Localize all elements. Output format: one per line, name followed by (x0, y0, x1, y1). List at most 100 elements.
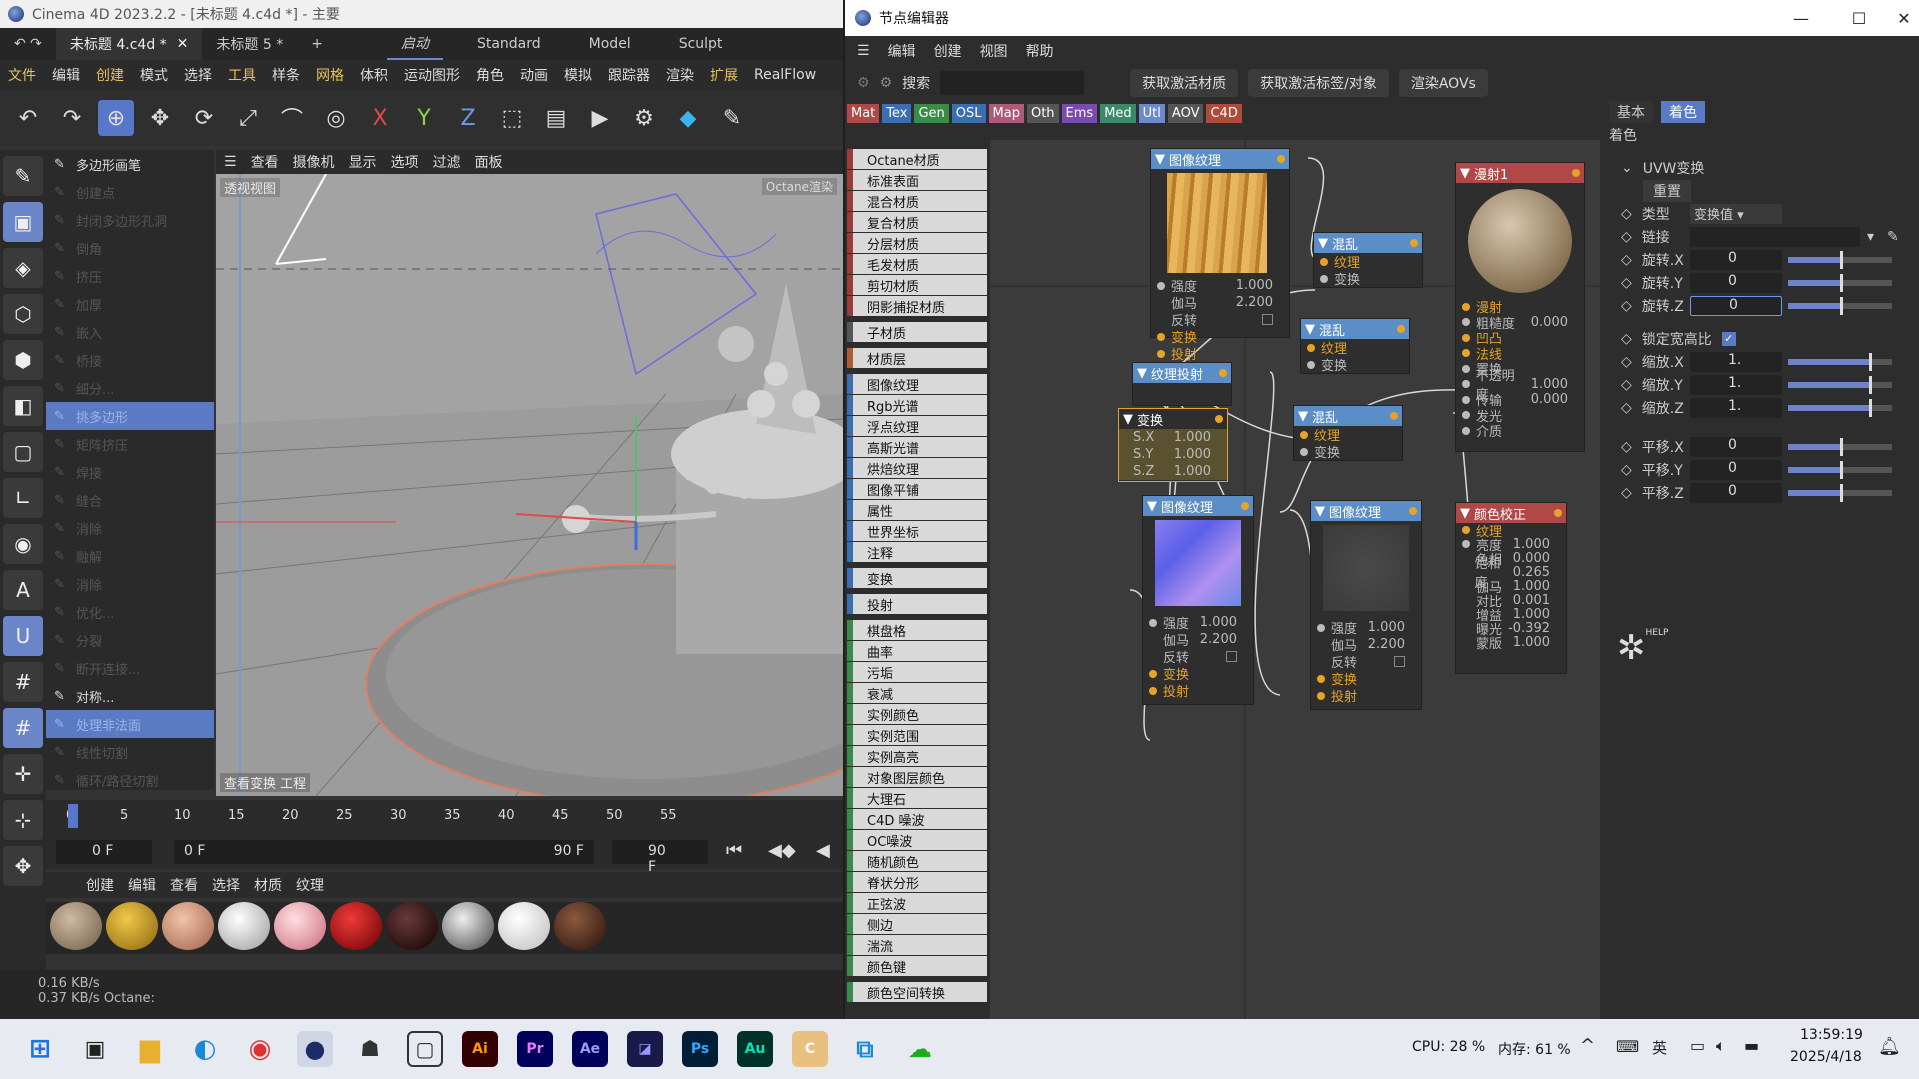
uvw-transform-group[interactable]: ⌄ UVW变换 (1605, 156, 1919, 179)
menu-volume[interactable]: 体积 (352, 65, 396, 85)
mesh-tool-item[interactable]: ✎ 消除 (46, 514, 214, 542)
move-tool-icon[interactable]: ✥ (142, 100, 178, 136)
node-palette-item[interactable]: 变换 (847, 568, 987, 588)
node-param[interactable]: 亮度 1.000 (1456, 537, 1566, 554)
mat-menu-select[interactable]: 选择 (212, 875, 240, 895)
material-swatch[interactable] (274, 902, 326, 950)
mesh-tool-item[interactable]: ✎ 多边形画笔 (46, 150, 214, 178)
invert-checkbox[interactable] (1262, 314, 1273, 325)
node-param[interactable]: 蒙版 1.000 (1456, 635, 1566, 652)
search-input[interactable] (940, 71, 1085, 95)
menu-spline[interactable]: 样条 (264, 65, 308, 85)
undo-button[interactable]: ↶ (10, 100, 46, 136)
node-param[interactable]: 对比 0.001 (1456, 593, 1566, 610)
node-palette-item[interactable]: C4D 噪波 (847, 809, 987, 829)
image-texture-node-1[interactable]: ▼ 图像纹理 强度 1.000 伽马 2.200 反转 变换 投射 (1150, 148, 1290, 363)
mat-menu-edit[interactable]: 编辑 (128, 875, 156, 895)
node-param[interactable]: 介质 (1456, 423, 1584, 440)
output-port[interactable] (1572, 169, 1580, 177)
menu-render[interactable]: 渲染 (658, 65, 702, 85)
mesh-tool-item[interactable]: ✎ 线性切割 (46, 738, 214, 766)
category-tab-med[interactable]: Med (1100, 103, 1136, 123)
x-axis-icon[interactable]: X (362, 100, 398, 136)
chevron-down-icon[interactable]: ▾ (1867, 229, 1874, 245)
output-port[interactable] (1554, 509, 1562, 517)
input-port[interactable] (1300, 430, 1308, 439)
mesh-tool-item[interactable]: ✎ 断开连接... (46, 654, 214, 682)
tab-basic[interactable]: 基本 (1609, 100, 1653, 123)
redo-button[interactable]: ↷ (54, 100, 90, 136)
mesh-tool-item[interactable]: ✎ 嵌入 (46, 318, 214, 346)
mix-node-1[interactable]: ▼ 混乱 纹理 变换 (1313, 232, 1423, 288)
prev-frame-icon[interactable]: ◀ (816, 840, 830, 861)
menu-extensions[interactable]: 扩展 (702, 65, 746, 85)
node-param[interactable]: 伽马 2.200 (1151, 294, 1289, 312)
node-param[interactable]: S.Y 1.000 (1119, 446, 1227, 463)
scale-z-slider[interactable] (1788, 398, 1892, 417)
rot-y-input[interactable]: 0 (1690, 272, 1782, 293)
mesh-tool-item[interactable]: ✎ 融解 (46, 542, 214, 570)
mesh-tool-item[interactable]: ✎ 消除 (46, 570, 214, 598)
category-tab-tex[interactable]: Tex (882, 103, 912, 123)
point-mode-icon[interactable]: ⬡ (3, 294, 43, 334)
file-explorer-icon[interactable]: ▆ (132, 1031, 168, 1067)
keyframe-diamond-icon[interactable]: ◇ (1621, 331, 1632, 347)
input-port[interactable] (1462, 349, 1470, 358)
uv-mode-icon[interactable]: ▢ (3, 432, 43, 472)
output-port[interactable] (1390, 412, 1398, 420)
pos-x-input[interactable]: 0 (1690, 436, 1782, 457)
keyframe-diamond-icon[interactable]: ◇ (1621, 275, 1632, 291)
axis-icon[interactable]: ∟ (3, 478, 43, 518)
input-port[interactable] (1462, 395, 1470, 404)
get-active-material-button[interactable]: 获取激活材质 (1130, 69, 1239, 97)
input-port[interactable] (1157, 349, 1165, 358)
input-port[interactable] (1320, 274, 1328, 283)
vp-menu-view[interactable]: 查看 (251, 152, 279, 172)
c-app-icon[interactable]: C (792, 1031, 828, 1067)
node-palette-item[interactable]: 正弦波 (847, 893, 987, 913)
layout-startup[interactable]: 启动 (386, 28, 443, 60)
render-settings-icon[interactable]: ⚙ (626, 100, 662, 136)
workplane-icon[interactable]: # (3, 708, 43, 748)
node-header[interactable]: ▼ 混乱 (1314, 233, 1422, 253)
rot-y-slider[interactable] (1788, 273, 1892, 292)
notification-bell-icon[interactable]: 🔔︎ (1878, 1036, 1901, 1057)
output-port[interactable] (1409, 507, 1417, 515)
input-port[interactable] (1149, 618, 1157, 627)
pen-icon[interactable]: ✎ (714, 100, 750, 136)
keyframe-diamond-icon[interactable]: ◇ (1621, 377, 1632, 393)
node-param[interactable]: 曝光 -0.392 (1456, 621, 1566, 638)
photoshop-icon[interactable]: Ps (682, 1031, 718, 1067)
node-header[interactable]: ▼ 混乱 (1294, 406, 1402, 426)
chevron-up-icon[interactable]: ^ (1580, 1035, 1595, 1056)
input-port[interactable] (1300, 447, 1308, 456)
frame-range-bar[interactable]: 0 F 90 F (174, 840, 594, 864)
bilibili-icon[interactable]: ▢ (407, 1031, 443, 1067)
mesh-tool-item[interactable]: ✎ 分裂 (46, 626, 214, 654)
diffuse-material-node[interactable]: ▼ 漫射1 漫射 粗糙度 0.000 凹凸 法线 置换 不透明度 1.000 传输 0.000 发光… (1455, 162, 1585, 452)
clock-date[interactable]: 2025/4/18 (1790, 1049, 1862, 1065)
category-tab-aov[interactable]: AOV (1167, 103, 1204, 123)
node-palette-item[interactable]: 图像平铺 (847, 479, 987, 499)
node-palette-item[interactable]: 子材质 (847, 322, 987, 342)
mesh-tool-item[interactable]: ✎ 加厚 (46, 290, 214, 318)
node-palette-item[interactable]: 剪切材质 (847, 275, 987, 295)
pos-y-slider[interactable] (1788, 460, 1892, 479)
category-tab-ems[interactable]: Ems (1061, 103, 1098, 123)
rot-x-input[interactable]: 0 (1690, 249, 1782, 270)
category-tab-map[interactable]: Map (988, 103, 1024, 123)
keyframe-diamond-icon[interactable]: ◇ (1621, 252, 1632, 268)
keyframe-diamond-icon[interactable]: ◇ (1621, 485, 1632, 501)
node-palette-item[interactable]: OC噪波 (847, 830, 987, 850)
render-view-icon[interactable]: ▶ (582, 100, 618, 136)
mesh-tool-item[interactable]: ✎ 细分... (46, 374, 214, 402)
node-param[interactable]: 纹理 (1294, 426, 1402, 444)
audition-icon[interactable]: Au (737, 1031, 773, 1067)
y-axis-icon[interactable]: Y (406, 100, 442, 136)
output-port[interactable] (1241, 502, 1249, 510)
mesh-tool-item[interactable]: ✎ 创建点 (46, 178, 214, 206)
node-palette-item[interactable]: 随机颜色 (847, 851, 987, 871)
node-palette-item[interactable]: 对象图层颜色 (847, 767, 987, 787)
network-icon[interactable]: ▭ (1690, 1036, 1705, 1055)
ime-indicator[interactable]: 英 (1652, 1037, 1667, 1058)
